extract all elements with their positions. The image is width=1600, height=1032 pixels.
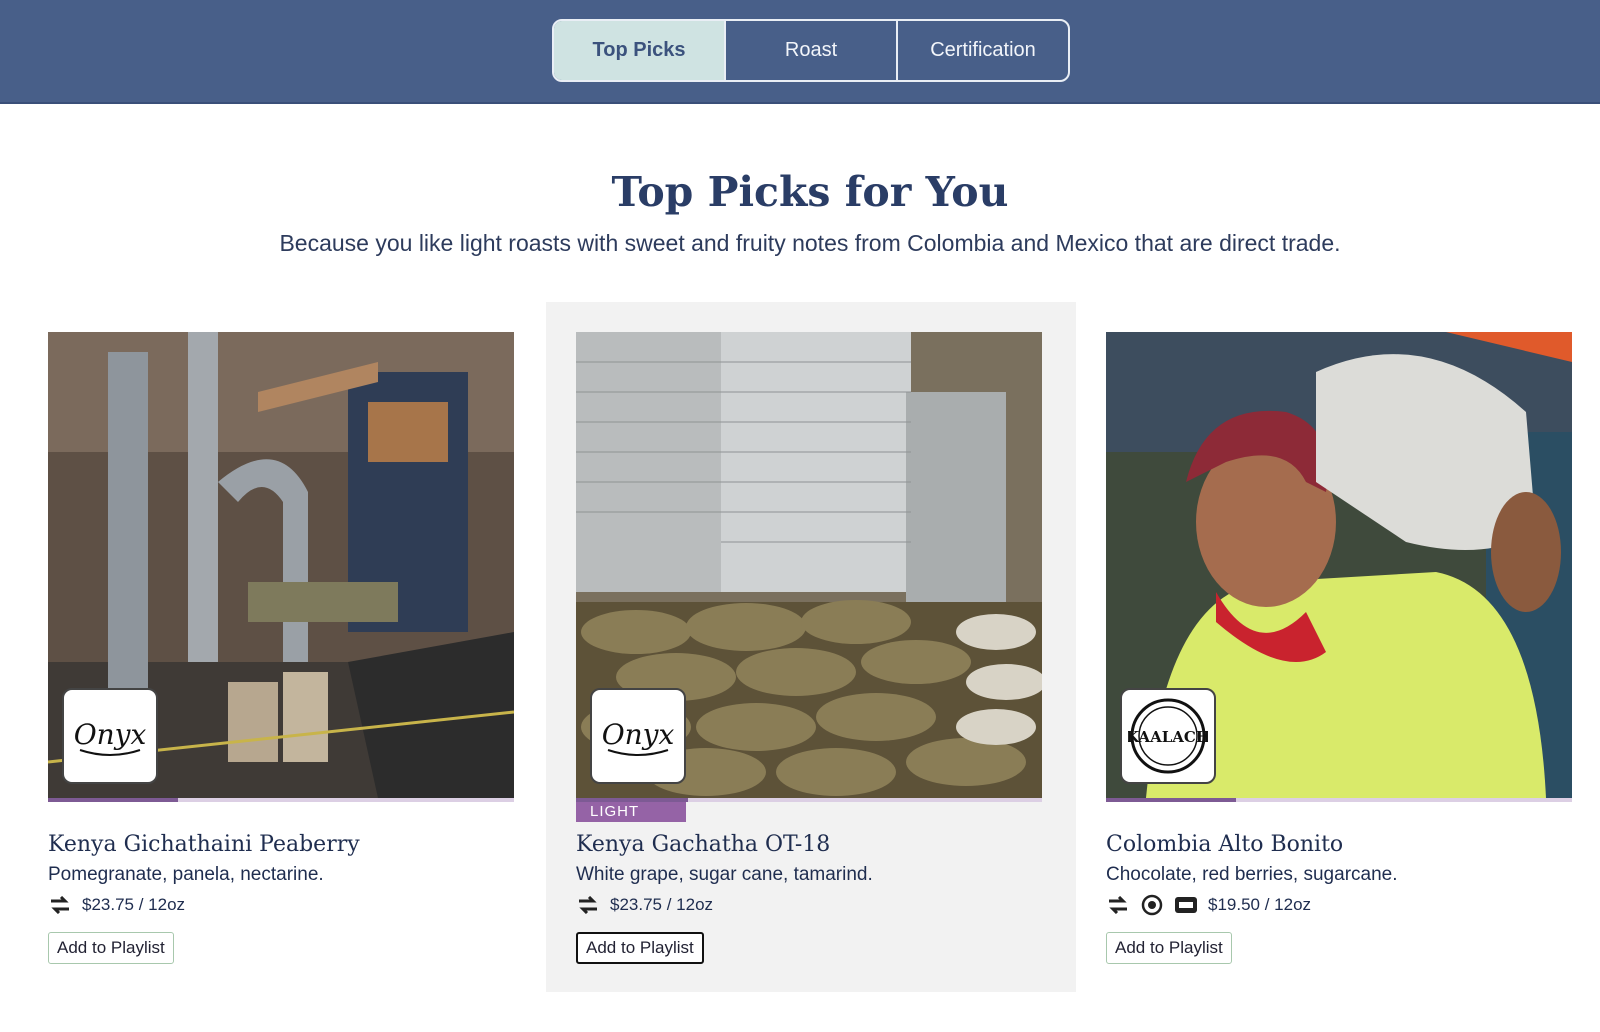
coffee-photo[interactable]: Onyx	[576, 332, 1042, 798]
progress-fill	[48, 798, 179, 802]
roaster-logo: Onyx	[590, 688, 686, 784]
utz-certified-icon	[1174, 895, 1198, 915]
tab-top-picks[interactable]: Top Picks	[554, 21, 726, 80]
price: $23.75 / 12oz	[82, 895, 186, 914]
price: $19.50 / 12oz	[1208, 895, 1312, 914]
svg-text:Onyx: Onyx	[602, 718, 675, 751]
coffee-photo[interactable]: KAALACH	[1106, 332, 1572, 798]
add-to-playlist-button[interactable]: Add to Playlist	[48, 932, 174, 964]
roaster-logo: Onyx	[62, 688, 158, 784]
price-row: $23.75 / 12oz	[48, 895, 185, 915]
add-to-playlist-button[interactable]: Add to Playlist	[576, 932, 704, 964]
tab-certification[interactable]: Certification	[898, 21, 1068, 80]
page-title: Top Picks for You	[611, 168, 1009, 216]
coffee-card[interactable]: KAALACH Colombia Alto Bonito Chocolate, …	[1076, 302, 1600, 992]
progress-bar	[1106, 798, 1572, 802]
page-subtitle: Because you like light roasts with sweet…	[279, 230, 1341, 256]
coffee-name[interactable]: Kenya Gachatha OT-18	[576, 832, 830, 857]
coffee-photo[interactable]: Onyx	[48, 332, 514, 798]
progress-fill	[1106, 798, 1237, 802]
direct-trade-icon	[48, 895, 72, 915]
direct-trade-icon	[1106, 895, 1130, 915]
svg-text:Onyx: Onyx	[74, 718, 147, 751]
filter-tabs: Top Picks Roast Certification	[552, 19, 1070, 82]
price: $23.75 / 12oz	[610, 895, 714, 914]
price-row: $19.50 / 12oz	[1106, 894, 1312, 916]
tasting-notes: Chocolate, red berries, sugarcane.	[1106, 864, 1398, 885]
svg-text:KAALACH: KAALACH	[1128, 728, 1208, 746]
add-to-playlist-button[interactable]: Add to Playlist	[1106, 932, 1232, 964]
top-nav-bar: Top Picks Roast Certification	[0, 0, 1600, 104]
price-row: $23.75 / 12oz	[576, 895, 713, 915]
progress-bar	[48, 798, 514, 802]
coffee-card[interactable]: Onyx LIGHT Kenya Gachatha OT-18 White gr…	[546, 302, 1076, 992]
roaster-logo: KAALACH	[1120, 688, 1216, 784]
roast-level-badge: LIGHT	[576, 802, 686, 822]
direct-trade-icon	[576, 895, 600, 915]
rainforest-certified-icon	[1140, 894, 1164, 916]
coffee-card[interactable]: Onyx Kenya Gichathaini Peaberry Pomegran…	[18, 302, 548, 992]
coffee-name[interactable]: Colombia Alto Bonito	[1106, 832, 1343, 857]
tab-roast[interactable]: Roast	[726, 21, 898, 80]
tasting-notes: Pomegranate, panela, nectarine.	[48, 864, 324, 885]
coffee-name[interactable]: Kenya Gichathaini Peaberry	[48, 832, 360, 857]
tasting-notes: White grape, sugar cane, tamarind.	[576, 864, 873, 885]
